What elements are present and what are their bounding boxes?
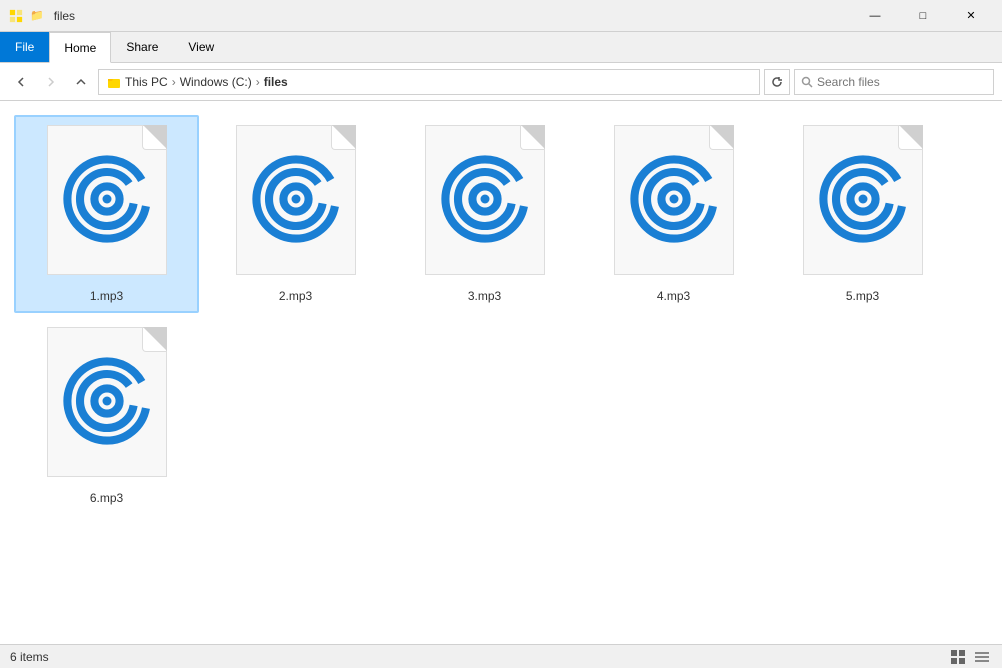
file-item[interactable]: 5.mp3: [770, 115, 955, 313]
address-path[interactable]: This PC › Windows (C:) › files: [98, 69, 760, 95]
tab-home[interactable]: Home: [49, 32, 111, 63]
path-windows-c: Windows (C:): [180, 75, 252, 89]
file-name: 3.mp3: [468, 289, 501, 303]
window-controls: — □ ✕: [852, 0, 994, 32]
file-item[interactable]: 1.mp3: [14, 115, 199, 313]
file-item[interactable]: 6.mp3: [14, 317, 199, 515]
path-files: files: [264, 75, 288, 89]
file-item[interactable]: 2.mp3: [203, 115, 388, 313]
ribbon: File Home Share View: [0, 32, 1002, 63]
file-name: 2.mp3: [279, 289, 312, 303]
file-item[interactable]: 3.mp3: [392, 115, 577, 313]
doc-shape: [803, 125, 923, 275]
refresh-button[interactable]: [764, 69, 790, 95]
doc-shape: [47, 327, 167, 477]
file-icon: [420, 125, 550, 285]
doc-corner: [520, 126, 544, 150]
doc-shape: [236, 125, 356, 275]
file-name: 5.mp3: [846, 289, 879, 303]
address-bar: This PC › Windows (C:) › files: [0, 63, 1002, 101]
doc-corner: [709, 126, 733, 150]
view-controls: [948, 647, 992, 667]
doc-corner: [331, 126, 355, 150]
title-bar-icons: 📁 files: [8, 8, 75, 24]
search-box[interactable]: [794, 69, 994, 95]
main-content: 1.mp3 2.mp3: [0, 101, 1002, 644]
mp3-icon: [251, 154, 341, 244]
doc-shape: [425, 125, 545, 275]
app-icon: [8, 8, 24, 24]
tab-view[interactable]: View: [173, 32, 229, 62]
up-button[interactable]: [68, 69, 94, 95]
title-bar-quick-access: 📁: [30, 9, 44, 22]
title-text: files: [54, 9, 75, 23]
mp3-icon: [629, 154, 719, 244]
large-icons-view-button[interactable]: [948, 647, 968, 667]
path-this-pc: This PC: [125, 75, 168, 89]
mp3-icon: [818, 154, 908, 244]
file-icon: [42, 327, 172, 487]
forward-button[interactable]: [38, 69, 64, 95]
search-input[interactable]: [817, 75, 987, 89]
doc-corner: [142, 328, 166, 352]
ribbon-tabs: File Home Share View: [0, 32, 1002, 62]
mp3-icon: [440, 154, 530, 244]
doc-shape: [47, 125, 167, 275]
tab-file[interactable]: File: [0, 32, 49, 62]
item-count: 6 items: [10, 650, 49, 664]
content-wrapper: 1.mp3 2.mp3: [0, 101, 1002, 644]
file-name: 6.mp3: [90, 491, 123, 505]
file-icon: [798, 125, 928, 285]
file-icon: [609, 125, 739, 285]
close-button[interactable]: ✕: [948, 0, 994, 32]
mp3-icon: [62, 154, 152, 244]
mp3-icon: [62, 356, 152, 446]
doc-corner: [142, 126, 166, 150]
status-bar: 6 items: [0, 644, 1002, 668]
file-icon: [42, 125, 172, 285]
file-grid: 1.mp3 2.mp3: [10, 111, 992, 519]
file-name: 1.mp3: [90, 289, 123, 303]
minimize-button[interactable]: —: [852, 0, 898, 32]
details-view-button[interactable]: [972, 647, 992, 667]
tab-share[interactable]: Share: [111, 32, 173, 62]
title-bar: 📁 files — □ ✕: [0, 0, 1002, 32]
maximize-button[interactable]: □: [900, 0, 946, 32]
file-icon: [231, 125, 361, 285]
doc-shape: [614, 125, 734, 275]
file-name: 4.mp3: [657, 289, 690, 303]
back-button[interactable]: [8, 69, 34, 95]
file-item[interactable]: 4.mp3: [581, 115, 766, 313]
doc-corner: [898, 126, 922, 150]
search-icon: [801, 76, 813, 88]
